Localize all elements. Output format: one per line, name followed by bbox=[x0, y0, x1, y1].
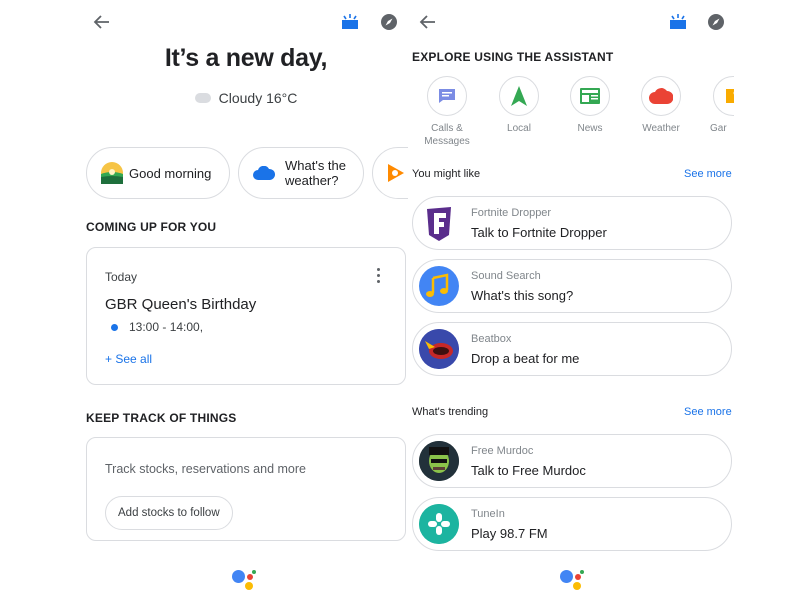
keep-track-title: KEEP TRACK OF THINGS bbox=[86, 411, 237, 425]
greeting-title: It’s a new day, bbox=[164, 44, 328, 72]
snapshot-icon[interactable] bbox=[338, 10, 362, 34]
assistant-logo-icon[interactable] bbox=[232, 568, 262, 592]
navigation-icon bbox=[499, 76, 539, 116]
trend-title-free-murdoc: Talk to Free Murdoc bbox=[471, 463, 586, 478]
add-stocks-button[interactable]: Add stocks to follow bbox=[105, 496, 233, 530]
left-panel: It’s a new day, Cloudy 16°C Good morning… bbox=[84, 0, 408, 600]
event-card[interactable]: Today GBR Queen's Birthday 13:00 - 14:00… bbox=[86, 247, 406, 385]
trend-source-tunein: TuneIn bbox=[471, 508, 505, 520]
explore-label-calls-2: Messages bbox=[424, 136, 470, 147]
explore-label-news: News bbox=[577, 123, 603, 134]
play-chip[interactable] bbox=[372, 147, 408, 199]
event-day: Today bbox=[105, 270, 138, 284]
explore-games[interactable]: Gar bbox=[704, 76, 734, 135]
murdoc-avatar bbox=[419, 441, 459, 481]
rec-title-beatbox: Drop a beat for me bbox=[471, 351, 580, 366]
explore-label-calls-1: Calls & bbox=[431, 123, 463, 134]
see-all-link[interactable]: + See all bbox=[105, 352, 152, 366]
weather-text: Cloudy 16°C bbox=[218, 90, 298, 106]
weather-cloud-icon bbox=[253, 166, 275, 180]
explore-label-local: Local bbox=[507, 123, 531, 134]
see-more-trending-link[interactable]: See more bbox=[684, 406, 732, 418]
music-note-icon bbox=[419, 266, 459, 306]
explore-local[interactable]: Local bbox=[490, 76, 548, 135]
coming-up-title: COMING UP FOR YOU bbox=[86, 220, 217, 234]
weather-chip[interactable]: What's the weather? bbox=[238, 147, 364, 199]
cloud-icon bbox=[194, 93, 211, 104]
explore-news[interactable]: News bbox=[561, 76, 619, 135]
sunrise-icon bbox=[101, 162, 123, 184]
rec-fortnite-card[interactable]: Fortnite Dropper Talk to Fortnite Droppe… bbox=[412, 196, 732, 250]
back-arrow-icon[interactable] bbox=[90, 10, 114, 34]
rec-source-beatbox: Beatbox bbox=[471, 333, 512, 345]
rec-title-fortnite: Talk to Fortnite Dropper bbox=[471, 225, 607, 240]
weather-summary: Cloudy 16°C bbox=[84, 90, 408, 106]
keep-track-description: Track stocks, reservations and more bbox=[105, 462, 306, 476]
compass-icon[interactable] bbox=[704, 10, 728, 34]
more-options-icon[interactable] bbox=[377, 268, 381, 283]
trend-tunein-card[interactable]: TuneIn Play 98.7 FM bbox=[412, 497, 732, 551]
trending-title: What's trending bbox=[412, 406, 489, 418]
event-title: GBR Queen's Birthday bbox=[105, 296, 257, 313]
explore-title: EXPLORE USING THE ASSISTANT bbox=[412, 50, 614, 64]
explore-label-weather: Weather bbox=[642, 123, 680, 134]
weather-chip-label-2: weather? bbox=[285, 173, 339, 188]
trend-free-murdoc-card[interactable]: Free Murdoc Talk to Free Murdoc bbox=[412, 434, 732, 488]
compass-icon[interactable] bbox=[377, 10, 401, 34]
see-more-recommendations-link[interactable]: See more bbox=[684, 168, 732, 180]
rec-sound-search-card[interactable]: Sound Search What's this song? bbox=[412, 259, 732, 313]
beatbox-icon bbox=[419, 329, 459, 369]
explore-calls-messages[interactable]: Calls & Messages bbox=[418, 76, 476, 148]
snapshot-icon[interactable] bbox=[666, 10, 690, 34]
fortnite-icon bbox=[419, 203, 459, 243]
message-icon bbox=[427, 76, 467, 116]
good-morning-chip[interactable]: Good morning bbox=[86, 147, 230, 199]
good-morning-label: Good morning bbox=[129, 165, 212, 181]
games-icon bbox=[713, 76, 734, 116]
right-panel: EXPLORE USING THE ASSISTANT Calls & Mess… bbox=[410, 0, 734, 600]
news-icon bbox=[570, 76, 610, 116]
back-arrow-icon[interactable] bbox=[416, 10, 440, 34]
event-time: 13:00 - 14:00, bbox=[129, 320, 204, 334]
rec-source-fortnite: Fortnite Dropper bbox=[471, 207, 552, 219]
weather-icon bbox=[641, 76, 681, 116]
explore-label-games: Gar bbox=[710, 123, 727, 134]
event-color-dot bbox=[111, 324, 118, 331]
trend-source-free-murdoc: Free Murdoc bbox=[471, 445, 534, 457]
trend-title-tunein: Play 98.7 FM bbox=[471, 526, 548, 541]
rec-title-sound-search: What's this song? bbox=[471, 288, 574, 303]
play-music-icon bbox=[388, 164, 404, 182]
rec-source-sound-search: Sound Search bbox=[471, 270, 541, 282]
rec-beatbox-card[interactable]: Beatbox Drop a beat for me bbox=[412, 322, 732, 376]
assistant-logo-icon[interactable] bbox=[560, 568, 590, 592]
keep-track-card: Track stocks, reservations and more Add … bbox=[86, 437, 406, 541]
tunein-icon bbox=[419, 504, 459, 544]
explore-weather[interactable]: Weather bbox=[632, 76, 690, 135]
you-might-like-title: You might like bbox=[412, 168, 481, 180]
weather-chip-label-1: What's the bbox=[285, 158, 347, 173]
